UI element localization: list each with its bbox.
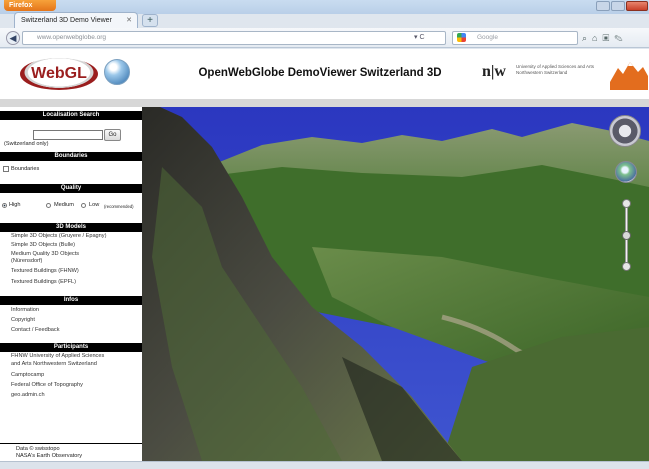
reload-icon[interactable]: ▾ C (414, 31, 425, 45)
fhnw-name: University of Applied Sciences and Arts … (516, 64, 595, 75)
fhnw-logo: n|w (482, 63, 506, 80)
header-divider (0, 99, 649, 107)
model-link-nurensdorf[interactable]: Medium Quality 3D Objects (11, 251, 79, 258)
toolbar-icons[interactable]: ⌕⌂▣✎ (582, 31, 628, 45)
zoom-in-icon[interactable] (622, 199, 631, 208)
close-icon[interactable] (626, 1, 648, 11)
boundaries-label: Boundaries (11, 166, 40, 172)
quality-low-note: (recommended) (104, 203, 134, 209)
credits-divider (0, 443, 142, 444)
participant-link-camptocamp[interactable]: Camptocamp (11, 372, 44, 379)
tab-title: Switzerland 3D Demo Viewer (21, 17, 112, 24)
minimize-icon[interactable] (596, 1, 610, 11)
globe-logo-icon (104, 59, 130, 85)
address-bar[interactable]: www.openwebglobe.org (22, 31, 446, 45)
model-link-gruyere[interactable]: Simple 3D Objects (Gruyere / Epagny) (11, 233, 106, 240)
google-icon[interactable] (457, 33, 466, 42)
participant-link-fhnw-sub[interactable]: and Arts Northwestern Switzerland (11, 361, 97, 368)
info-link-copyright[interactable]: Copyright (11, 317, 35, 324)
3d-models-heading: 3D Models (0, 223, 142, 232)
participant-link-fhnw[interactable]: FHNW University of Applied Sciences (11, 353, 104, 360)
quality-low-label: Low (89, 202, 100, 208)
model-link-epfl[interactable]: Textured Buildings (EPFL) (11, 279, 76, 286)
localisation-search-heading: Localisation Search (0, 111, 142, 120)
camptocamp-logo (610, 56, 648, 92)
boundaries-checkbox[interactable] (3, 166, 9, 172)
3d-globe-canvas[interactable] (142, 107, 649, 461)
browser-status-bar (0, 461, 649, 469)
quality-heading: Quality (0, 184, 142, 193)
model-link-bulle[interactable]: Simple 3D Objects (Bulle) (11, 242, 75, 249)
maximize-icon[interactable] (611, 1, 625, 11)
participant-link-geoadmin[interactable]: geo.admin.ch (11, 392, 45, 399)
model-link-nurensdorf-sub[interactable]: (Nürensdorf) (11, 258, 42, 265)
search-input[interactable]: Google (452, 31, 578, 45)
info-link-information[interactable]: Information (11, 307, 39, 314)
page-title: OpenWebGlobe DemoViewer Switzerland 3D (198, 67, 442, 79)
zoom-slider-handle[interactable] (622, 231, 631, 240)
tab-demo-viewer[interactable]: Switzerland 3D Demo Viewer ✕ (14, 12, 138, 28)
participants-heading: Participants (0, 343, 142, 352)
tilt-control-icon[interactable] (615, 161, 637, 183)
credit-nasa: NASA's Earth Observatory (16, 453, 83, 459)
model-link-fhnw[interactable]: Textured Buildings (FHNW) (11, 268, 79, 275)
quality-high-label: High (9, 202, 21, 208)
compass-navigation-icon[interactable] (609, 115, 641, 147)
participant-link-swisstopo[interactable]: Federal Office of Topography (11, 382, 83, 389)
firefox-menu-button[interactable]: Firefox (4, 0, 56, 11)
info-link-contact[interactable]: Contact / Feedback (11, 327, 60, 334)
quality-high-radio[interactable] (2, 203, 7, 208)
quality-medium-radio[interactable] (46, 203, 51, 208)
localisation-search-input[interactable] (33, 130, 103, 140)
search-hint: (Switzerland only) (4, 141, 49, 147)
tab-close-icon[interactable]: ✕ (126, 13, 132, 28)
back-icon[interactable]: ◀ (6, 31, 20, 45)
new-tab-button[interactable]: + (142, 14, 158, 27)
credit-swisstopo: Data © swisstopo (16, 446, 60, 452)
webgl-logo: WebGL (20, 58, 98, 90)
boundaries-heading: Boundaries (0, 152, 142, 161)
go-button[interactable]: Go (104, 129, 121, 141)
zoom-out-icon[interactable] (622, 262, 631, 271)
quality-medium-label: Medium (54, 202, 74, 208)
infos-heading: Infos (0, 296, 142, 305)
quality-low-radio[interactable] (81, 203, 86, 208)
